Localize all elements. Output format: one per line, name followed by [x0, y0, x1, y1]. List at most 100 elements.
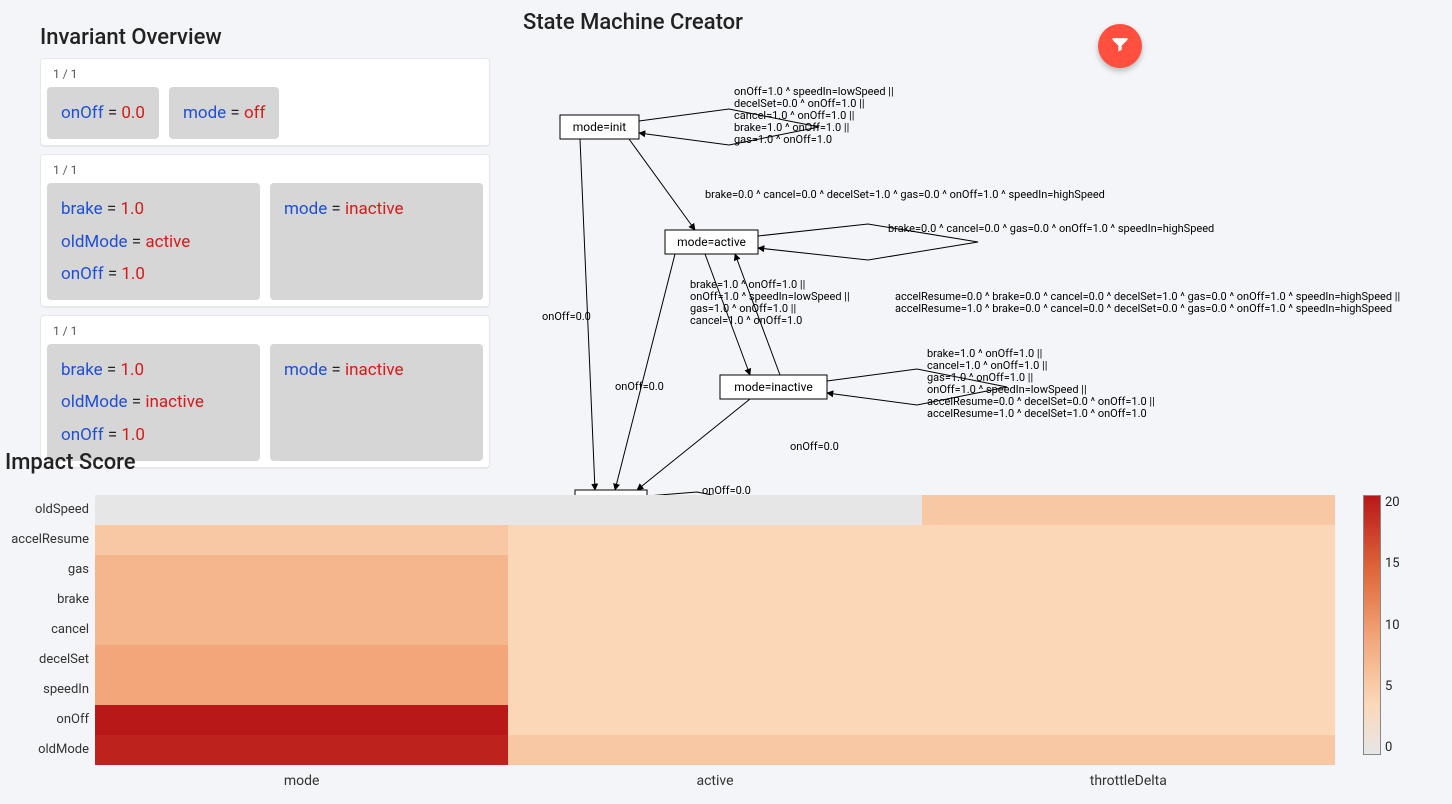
heatmap-x-label: throttleDelta [922, 765, 1335, 789]
state-node-label: mode=inactive [734, 380, 812, 394]
legend-tick: 15 [1385, 556, 1400, 571]
invariant-group[interactable]: 1 / 1brake = 1.0oldMode = activeonOff = … [40, 154, 490, 307]
heatmap-cell[interactable] [95, 675, 508, 705]
invariant-value: active [145, 232, 190, 252]
state-edge-label: accelResume=1.0 ^ decelSet=1.0 ^ onOff=1… [927, 407, 1147, 420]
heatmap-cell[interactable] [922, 585, 1335, 615]
heatmap-y-label: oldMode [5, 735, 95, 765]
invariant-eq: = [104, 264, 122, 284]
state-edge[interactable] [629, 139, 695, 230]
heatmap-cell[interactable] [922, 495, 1335, 525]
heatmap-cell[interactable] [508, 675, 921, 705]
heatmap-cell[interactable] [95, 495, 508, 525]
state-edge-label: cancel=1.0 ^ onOff=1.0 [690, 314, 802, 327]
legend-tick: 10 [1385, 618, 1400, 633]
heatmap-x-label: mode [95, 765, 508, 789]
state-edge-label: brake=0.0 ^ cancel=0.0 ^ gas=0.0 ^ onOff… [888, 222, 1214, 235]
invariant-eq: = [104, 425, 122, 445]
invariant-value: 1.0 [121, 425, 145, 445]
invariant-eq: = [327, 360, 345, 380]
invariant-counter: 1 / 1 [47, 322, 483, 344]
state-edge-label: brake=0.0 ^ cancel=0.0 ^ decelSet=1.0 ^ … [705, 188, 1105, 201]
state-edge[interactable] [615, 254, 675, 490]
heatmap-cell[interactable] [95, 555, 508, 585]
invariant-eq: = [103, 360, 121, 380]
heatmap-y-label: speedIn [5, 675, 95, 705]
invariant-pill[interactable]: mode = inactive [270, 344, 483, 461]
legend-tick: 20 [1385, 495, 1400, 510]
heatmap-y-label: accelResume [5, 525, 95, 555]
app-root: Invariant Overview 1 / 1onOff = 0.0mode … [0, 0, 1452, 804]
heatmap-y-label: oldSpeed [5, 495, 95, 525]
heatmap-cell[interactable] [508, 615, 921, 645]
heatmap-cell[interactable] [95, 735, 508, 765]
heatmap-cell[interactable] [95, 585, 508, 615]
heatmap-cell[interactable] [95, 525, 508, 555]
invariant-value: inactive [145, 392, 204, 412]
invariant-pill[interactable]: mode = inactive [270, 183, 483, 300]
legend-tick: 0 [1385, 740, 1400, 755]
invariant-eq: = [103, 199, 121, 219]
heatmap-cell[interactable] [922, 735, 1335, 765]
legend-tick: 5 [1385, 679, 1400, 694]
heatmap-cell[interactable] [508, 585, 921, 615]
heatmap-x-axis: modeactivethrottleDelta [95, 765, 1335, 789]
invariant-key: oldMode [61, 392, 128, 412]
invariant-value: 0.0 [121, 103, 145, 123]
state-edge[interactable] [637, 399, 750, 490]
heatmap-cell[interactable] [922, 525, 1335, 555]
state-machine-title: State Machine Creator [523, 10, 1442, 35]
heatmap-cell[interactable] [922, 615, 1335, 645]
heatmap-cell[interactable] [508, 555, 921, 585]
heatmap-cell[interactable] [95, 615, 508, 645]
invariant-key: brake [61, 199, 103, 219]
impact-title: Impact Score [5, 450, 136, 475]
state-edge-label: onOff=0.0 [542, 310, 591, 323]
heatmap-cell[interactable] [95, 645, 508, 675]
heatmap-cell[interactable] [508, 525, 921, 555]
state-edge-label: accelResume=1.0 ^ brake=0.0 ^ cancel=0.0… [895, 302, 1392, 315]
invariant-group[interactable]: 1 / 1onOff = 0.0mode = off [40, 58, 490, 146]
heatmap-cell[interactable] [922, 645, 1335, 675]
invariant-key: oldMode [61, 232, 128, 252]
heatmap-legend-bar [1363, 495, 1381, 755]
state-machine-svg[interactable]: mode=initmode=activemode=inactivemode=of… [515, 40, 1445, 510]
heatmap-cell[interactable] [508, 645, 921, 675]
invariant-pill[interactable]: mode = off [169, 87, 280, 139]
invariant-group[interactable]: 1 / 1brake = 1.0oldMode = inactiveonOff … [40, 315, 490, 468]
heatmap-cell[interactable] [508, 735, 921, 765]
state-node-label: mode=init [573, 120, 627, 134]
invariant-key: onOff [61, 103, 104, 123]
heatmap-y-label: gas [5, 555, 95, 585]
invariant-key: brake [61, 360, 103, 380]
heatmap-cell[interactable] [922, 675, 1335, 705]
state-edge-label: gas=1.0 ^ onOff=1.0 [734, 133, 832, 146]
invariant-value: inactive [345, 199, 404, 219]
heatmap-cell[interactable] [95, 705, 508, 735]
invariant-key: onOff [61, 264, 104, 284]
heatmap-cell[interactable] [922, 705, 1335, 735]
invariant-eq: = [104, 103, 122, 123]
heatmap-cell[interactable] [922, 555, 1335, 585]
heatmap-y-label: decelSet [5, 645, 95, 675]
heatmap-y-label: brake [5, 585, 95, 615]
invariant-counter: 1 / 1 [47, 161, 483, 183]
invariant-panel: Invariant Overview 1 / 1onOff = 0.0mode … [40, 25, 490, 468]
state-machine-panel: State Machine Creator mode=initmode=acti… [515, 10, 1442, 490]
invariant-pill[interactable]: brake = 1.0oldMode = activeonOff = 1.0 [47, 183, 260, 300]
heatmap-cell[interactable] [508, 705, 921, 735]
invariant-pill[interactable]: onOff = 0.0 [47, 87, 159, 139]
invariant-value: inactive [345, 360, 404, 380]
state-edge-label: onOff=0.0 [615, 380, 664, 393]
invariant-value: 1.0 [120, 199, 144, 219]
heatmap-legend: 20 15 10 5 0 [1363, 495, 1401, 755]
heatmap-grid[interactable] [95, 495, 1335, 765]
invariant-value: 1.0 [120, 360, 144, 380]
invariant-pill[interactable]: brake = 1.0oldMode = inactiveonOff = 1.0 [47, 344, 260, 461]
invariant-counter: 1 / 1 [47, 65, 483, 87]
heatmap-cell[interactable] [508, 495, 921, 525]
invariant-eq: = [327, 199, 345, 219]
heatmap-panel: oldSpeedaccelResumegasbrakecanceldecelSe… [5, 495, 1442, 795]
invariant-eq: = [128, 392, 146, 412]
state-edge-label: onOff=0.0 [790, 440, 839, 453]
